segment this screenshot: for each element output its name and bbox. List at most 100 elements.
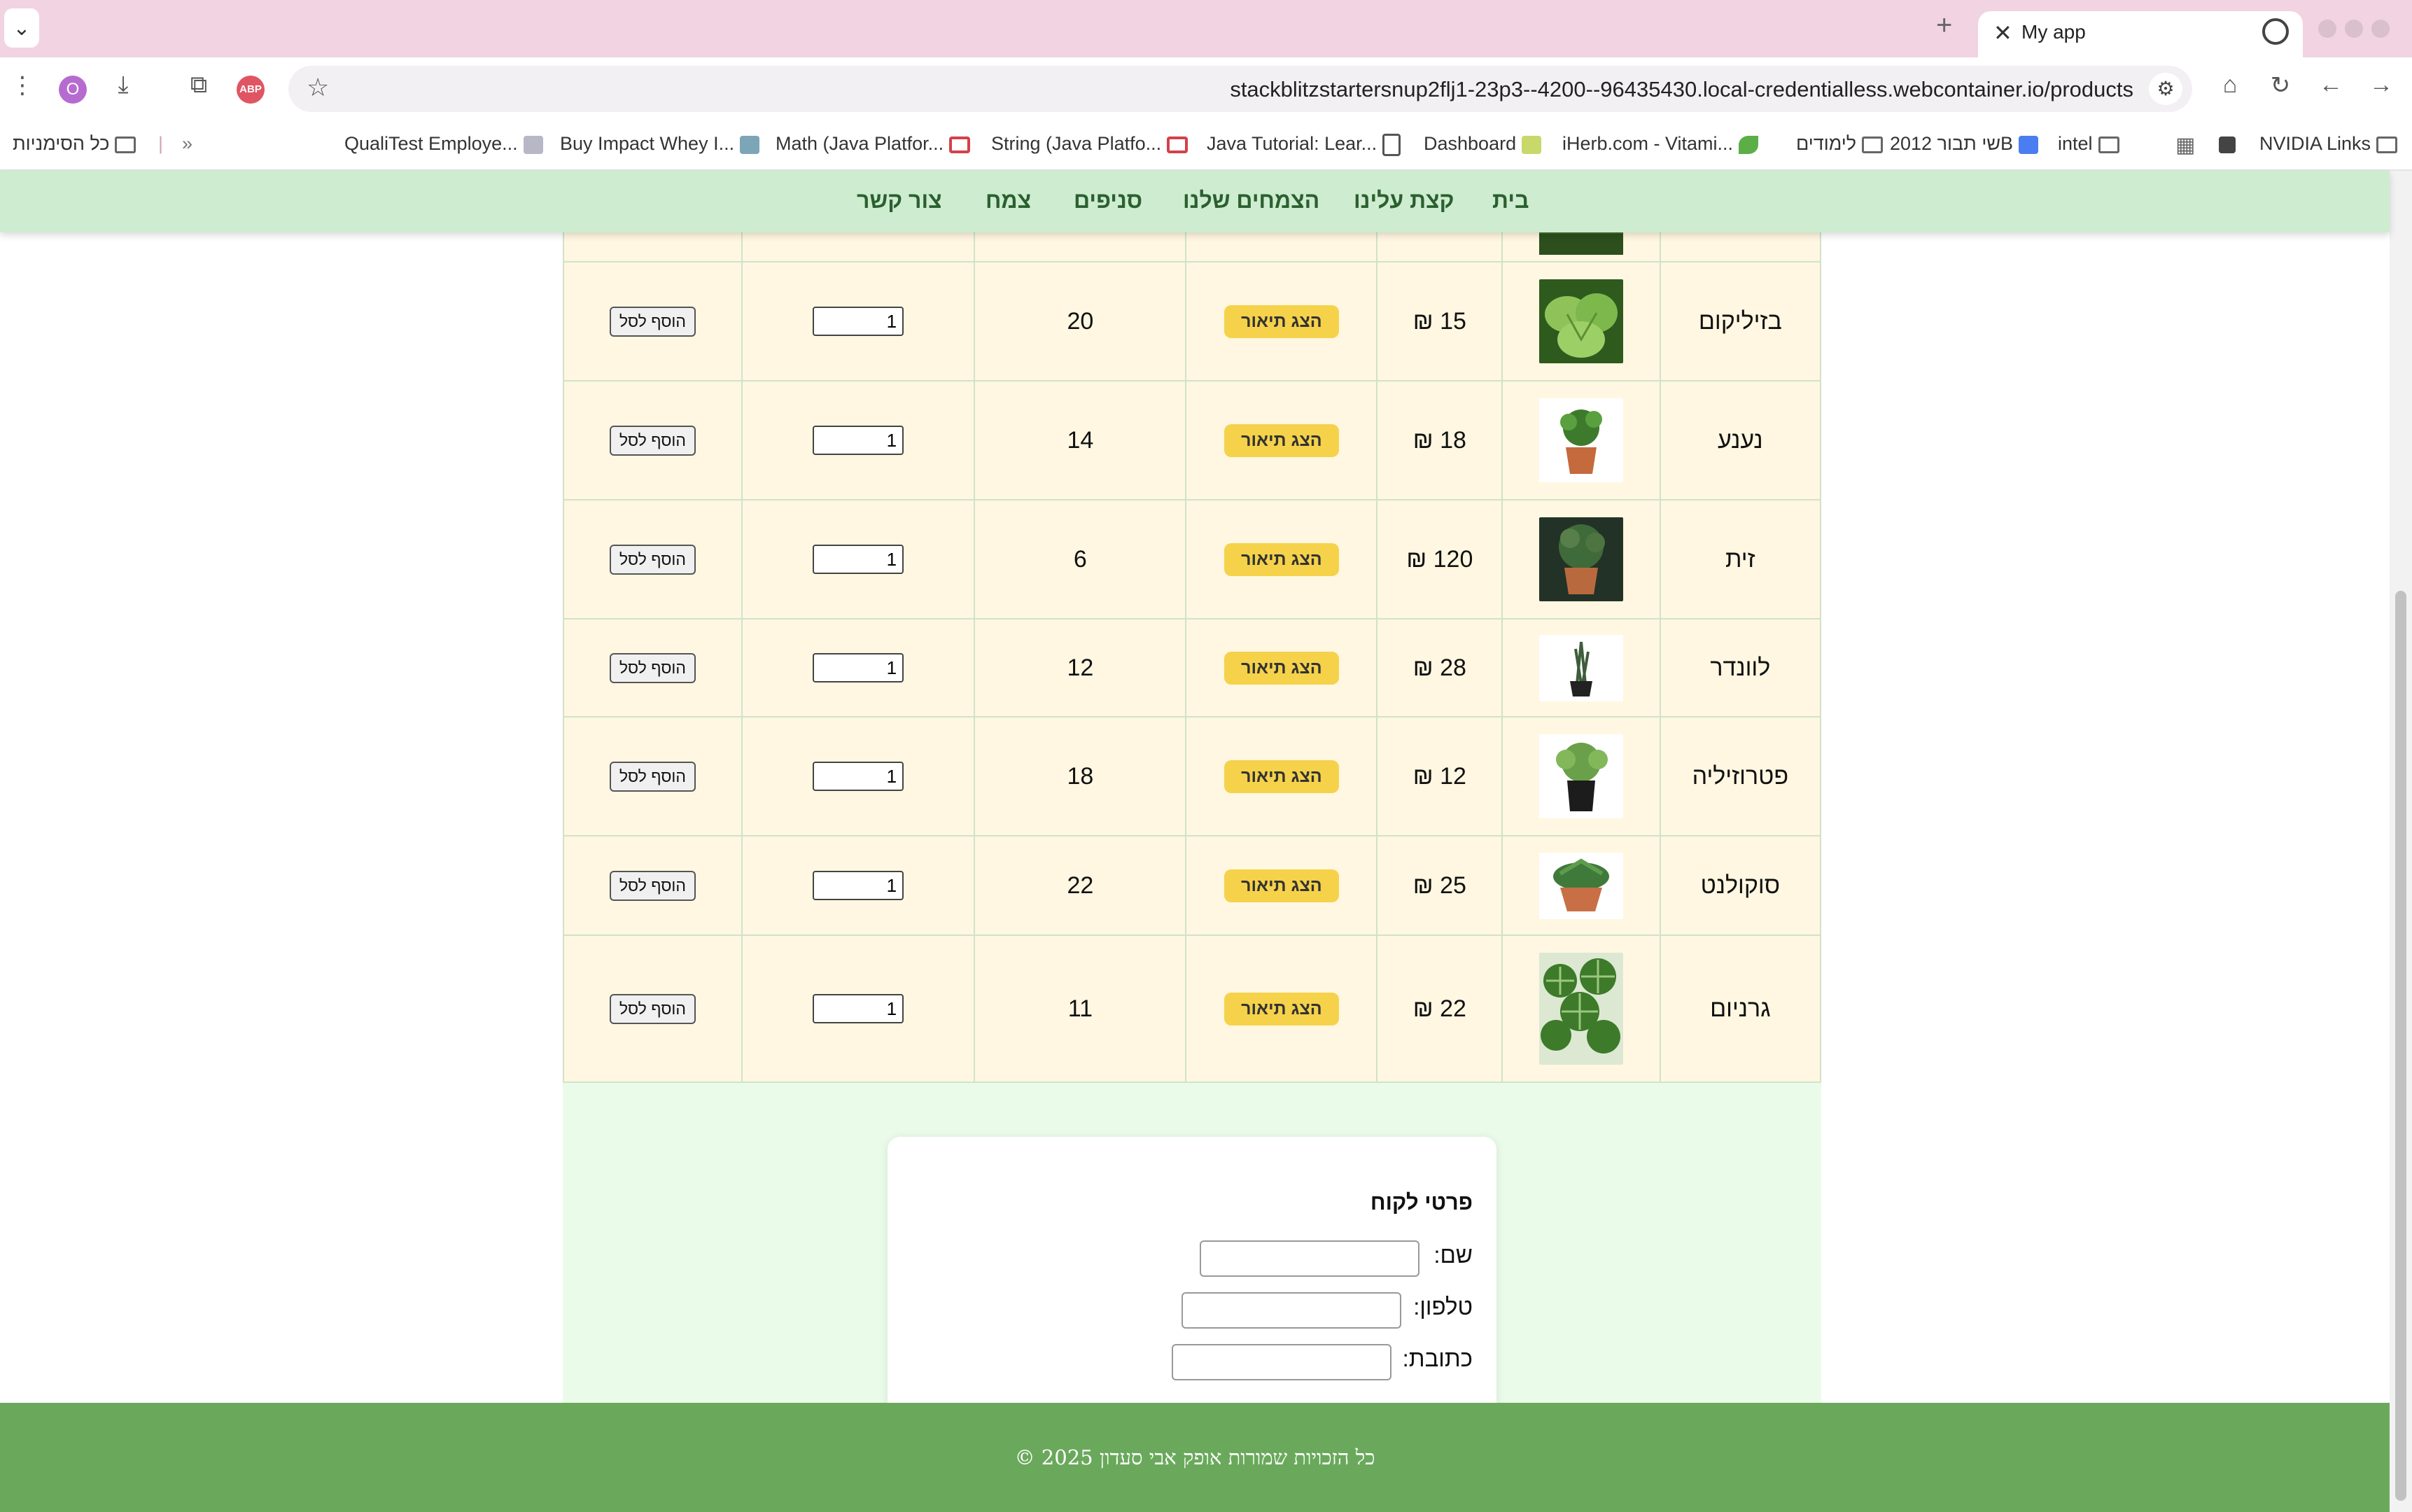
product-stock: 14 xyxy=(974,380,1187,500)
phone-label: טלפון: xyxy=(1413,1294,1473,1320)
quantity-input[interactable] xyxy=(813,545,904,575)
oracle-icon xyxy=(949,136,971,153)
chevron-down-icon: ⌄ xyxy=(13,16,31,40)
add-to-cart-button[interactable]: הוסף לסל xyxy=(609,426,696,456)
add-to-cart-button[interactable]: הוסף לסל xyxy=(609,307,696,337)
show-description-button[interactable]: הצג תיאור xyxy=(1224,651,1339,685)
currency-symbol: ₪ xyxy=(1412,654,1433,681)
folder-icon xyxy=(2098,136,2119,153)
product-stock: 18 xyxy=(974,716,1187,836)
product-name: גרניום xyxy=(1659,934,1822,1083)
show-description-button[interactable]: הצג תיאור xyxy=(1224,869,1339,902)
bookmark-limudim[interactable]: לימודים xyxy=(1796,133,1888,155)
quantity-input[interactable] xyxy=(813,762,904,792)
page-scrollbar[interactable] xyxy=(2390,171,2412,1512)
product-price: 120 xyxy=(1433,545,1473,573)
window-zoom-dot[interactable] xyxy=(2345,20,2363,38)
new-tab-button[interactable]: + xyxy=(1936,10,1952,41)
bookmark-dashboard[interactable]: Dashboard xyxy=(1424,133,1547,155)
show-description-button[interactable]: הצג תיאור xyxy=(1224,760,1339,793)
bookmark-java-tutorial[interactable]: Java Tutorial: Lear... xyxy=(1207,133,1406,156)
nav-our-plants[interactable]: הצמחים שלנו xyxy=(1183,188,1319,214)
quantity-input[interactable] xyxy=(813,994,904,1024)
show-description-button[interactable]: הצג תיאור xyxy=(1224,304,1339,338)
window-minimize-dot[interactable] xyxy=(2318,20,2336,38)
product-name: זית xyxy=(1659,499,1822,620)
profile-avatar[interactable]: O xyxy=(59,76,87,104)
bookmark-impact-whey[interactable]: Buy Impact Whey I... xyxy=(560,133,765,155)
add-to-cart-button[interactable]: הוסף לסל xyxy=(609,762,696,792)
bookmark-string-java[interactable]: String (Java Platfo... xyxy=(991,133,1193,155)
nav-home[interactable]: בית xyxy=(1492,188,1529,214)
bookmark-qualitest[interactable]: QualiTest Employe... xyxy=(344,133,549,155)
add-to-cart-button[interactable]: הוסף לסל xyxy=(609,653,696,683)
product-price: 22 xyxy=(1440,995,1466,1022)
scrollbar-thumb[interactable] xyxy=(2395,591,2406,1501)
nav-contact[interactable]: צור קשר xyxy=(857,188,942,214)
apps-grid-icon: ▦ xyxy=(2175,134,2196,157)
nav-about[interactable]: קצת עלינו xyxy=(1354,188,1454,214)
bookmark-iherb[interactable]: iHerb.com - Vitami... xyxy=(1562,133,1764,155)
add-to-cart-button[interactable]: הוסף לסל xyxy=(609,545,696,575)
nav-branches[interactable]: סניפים xyxy=(1074,188,1142,214)
table-row: גרניום 22 ₪ הצג תיאור 11 הוסף לסל xyxy=(563,934,1822,1083)
back-icon[interactable]: ← xyxy=(2314,71,2348,99)
customer-details-title: פרטי לקוח xyxy=(1370,1190,1473,1214)
adblock-icon[interactable]: ABP xyxy=(237,76,265,104)
address-row: כתובת: xyxy=(1403,1345,1473,1372)
url-text[interactable]: stackblitzstartersnup2flj1-23p3--4200--9… xyxy=(1230,77,2133,102)
plant-image xyxy=(1539,398,1624,482)
download-icon[interactable]: ⤓ xyxy=(106,71,140,99)
plant-image xyxy=(1539,517,1624,601)
plant-image xyxy=(1539,279,1624,363)
bookmark-intel[interactable]: intel xyxy=(2058,133,2125,155)
phone-input[interactable] xyxy=(1182,1292,1401,1329)
currency-symbol: ₪ xyxy=(1412,762,1433,790)
site-settings-icon[interactable]: ⚙ xyxy=(2149,73,2182,105)
products-table: בזיליקום 15 ₪ הצג תיאור 20 הוסף לסל נענע 18 ₪ ה… xyxy=(563,232,1822,1083)
quantity-input[interactable] xyxy=(813,871,904,901)
more-menu-icon[interactable]: ⋮ xyxy=(6,71,39,99)
bookmark-square[interactable] xyxy=(2213,133,2241,155)
show-description-button[interactable]: הצג תיאור xyxy=(1224,542,1339,576)
bookmark-nvidia[interactable]: NVIDIA Links xyxy=(2259,133,2403,155)
forward-icon[interactable]: → xyxy=(2364,71,2398,99)
extensions-icon[interactable]: ⧉ xyxy=(182,71,216,99)
home-icon[interactable]: ⌂ xyxy=(2213,71,2247,99)
table-row: פטרוזיליה 12 ₪ הצג תיאור 18 הוסף לסל xyxy=(563,716,1822,836)
star-icon[interactable]: ☆ xyxy=(307,73,329,102)
name-input[interactable] xyxy=(1200,1240,1419,1277)
add-to-cart-button[interactable]: הוסף לסל xyxy=(609,994,696,1024)
quantity-input[interactable] xyxy=(813,307,904,337)
browser-tabstrip: ⌄ + ✕ My app xyxy=(0,0,2412,57)
quantity-input[interactable] xyxy=(813,426,904,456)
address-bar[interactable]: ☆ stackblitzstartersnup2flj1-23p3--4200-… xyxy=(288,66,2192,112)
product-name: פטרוזיליה xyxy=(1659,716,1822,836)
bookmark-divider: | xyxy=(158,133,164,154)
window-close-dot[interactable] xyxy=(2371,20,2390,38)
site-icon xyxy=(1522,135,1542,154)
product-price: 25 xyxy=(1440,872,1466,899)
currency-symbol: ₪ xyxy=(1412,426,1433,454)
show-description-button[interactable]: הצג תיאור xyxy=(1224,992,1339,1026)
browser-tab[interactable]: ✕ My app xyxy=(1978,11,2303,57)
currency-symbol: ₪ xyxy=(1412,872,1433,899)
tab-search-button[interactable]: ⌄ xyxy=(4,8,39,48)
all-bookmarks[interactable]: כל הסימניות xyxy=(13,133,141,155)
bookmark-apps[interactable]: ▦ xyxy=(2170,133,2201,158)
address-input[interactable] xyxy=(1172,1344,1391,1380)
add-to-cart-button[interactable]: הוסף לסל xyxy=(609,871,696,901)
reload-icon[interactable]: ↻ xyxy=(2264,71,2297,99)
name-label: שם: xyxy=(1433,1242,1473,1268)
bookmark-shai[interactable]: שי תבור 2012B xyxy=(1890,133,2044,155)
close-icon[interactable]: ✕ xyxy=(1993,20,2012,46)
folder-icon xyxy=(2376,136,2398,153)
nav-plant[interactable]: צמח xyxy=(986,188,1031,214)
site-icon xyxy=(523,135,543,154)
bookmarks-overflow-icon[interactable]: » xyxy=(182,133,192,155)
name-row: שם: xyxy=(1433,1242,1473,1268)
quantity-input[interactable] xyxy=(813,653,904,683)
product-name: סוקולנט xyxy=(1659,835,1822,936)
bookmark-math-java[interactable]: Math (Java Platfor... xyxy=(776,133,976,155)
show-description-button[interactable]: הצג תיאור xyxy=(1224,424,1339,457)
